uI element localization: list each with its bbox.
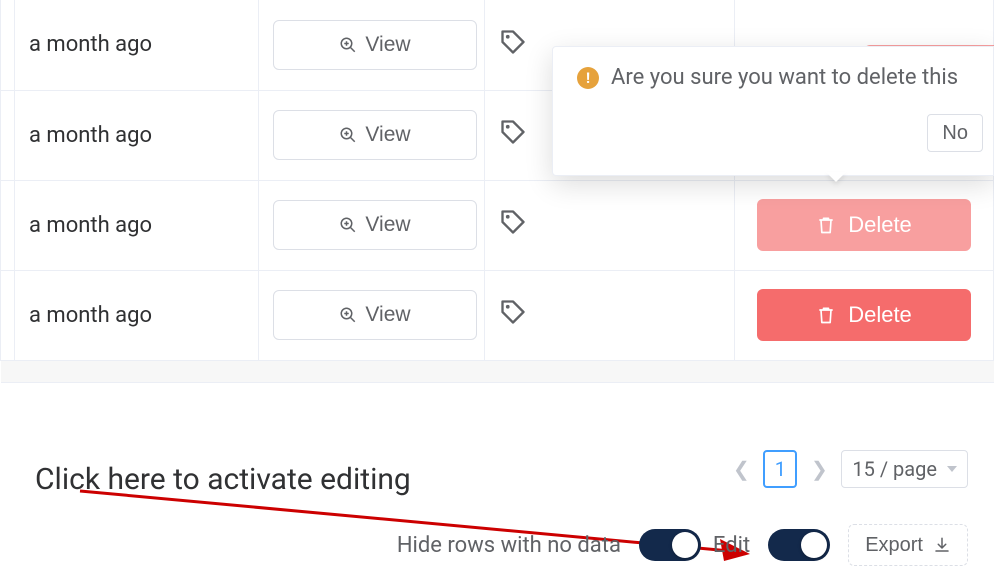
view-button-label: View — [365, 33, 410, 57]
download-icon — [933, 536, 951, 554]
edit-toggle[interactable] — [768, 529, 830, 561]
tag-icon[interactable] — [499, 118, 527, 146]
pager-current-page[interactable]: 1 — [763, 450, 797, 488]
tag-icon[interactable] — [499, 208, 527, 236]
zoom-in-icon — [339, 36, 357, 54]
pager-prev: ❮ — [731, 457, 751, 481]
edit-label: Edit — [713, 533, 750, 558]
warning-icon: ! — [577, 67, 599, 89]
page-size-label: 15 / page — [852, 457, 937, 481]
table-row: a month ago View Delete — [1, 270, 994, 360]
delete-button-label: Delete — [848, 302, 912, 328]
view-button-label: View — [365, 213, 410, 237]
view-button[interactable]: View — [273, 200, 477, 250]
popconfirm-message: Are you sure you want to delete this — [611, 65, 958, 90]
hide-rows-toggle[interactable] — [639, 529, 701, 561]
table-row: a month ago View Delete — [1, 180, 994, 270]
tag-icon[interactable] — [499, 298, 527, 326]
time-cell: a month ago — [29, 303, 152, 328]
export-button[interactable]: Export — [848, 524, 968, 566]
trash-icon — [816, 215, 836, 235]
pager-next[interactable]: ❯ — [809, 457, 829, 481]
zoom-in-icon — [339, 126, 357, 144]
time-cell: a month ago — [29, 213, 152, 238]
view-button[interactable]: View — [273, 290, 477, 340]
time-cell: a month ago — [29, 32, 152, 57]
export-button-label: Export — [865, 534, 923, 557]
hide-rows-label: Hide rows with no data — [397, 533, 621, 558]
delete-button-label: Delete — [848, 212, 912, 238]
tag-icon[interactable] — [499, 28, 527, 56]
view-button[interactable]: View — [273, 20, 477, 70]
popconfirm-no-button[interactable]: No — [927, 114, 983, 152]
delete-button[interactable]: Delete — [757, 199, 971, 251]
time-cell: a month ago — [29, 123, 152, 148]
trash-icon — [816, 305, 836, 325]
delete-popconfirm: ! Are you sure you want to delete this N… — [552, 46, 994, 176]
chevron-down-icon — [947, 466, 957, 472]
view-button[interactable]: View — [273, 110, 477, 160]
zoom-in-icon — [339, 306, 357, 324]
pagination: ❮ 1 ❯ 15 / page — [731, 450, 968, 488]
view-button-label: View — [365, 303, 410, 327]
delete-button[interactable]: Delete — [757, 289, 971, 341]
popconfirm-arrow — [826, 172, 846, 182]
zoom-in-icon — [339, 216, 357, 234]
page-size-select[interactable]: 15 / page — [841, 450, 968, 488]
view-button-label: View — [365, 123, 410, 147]
